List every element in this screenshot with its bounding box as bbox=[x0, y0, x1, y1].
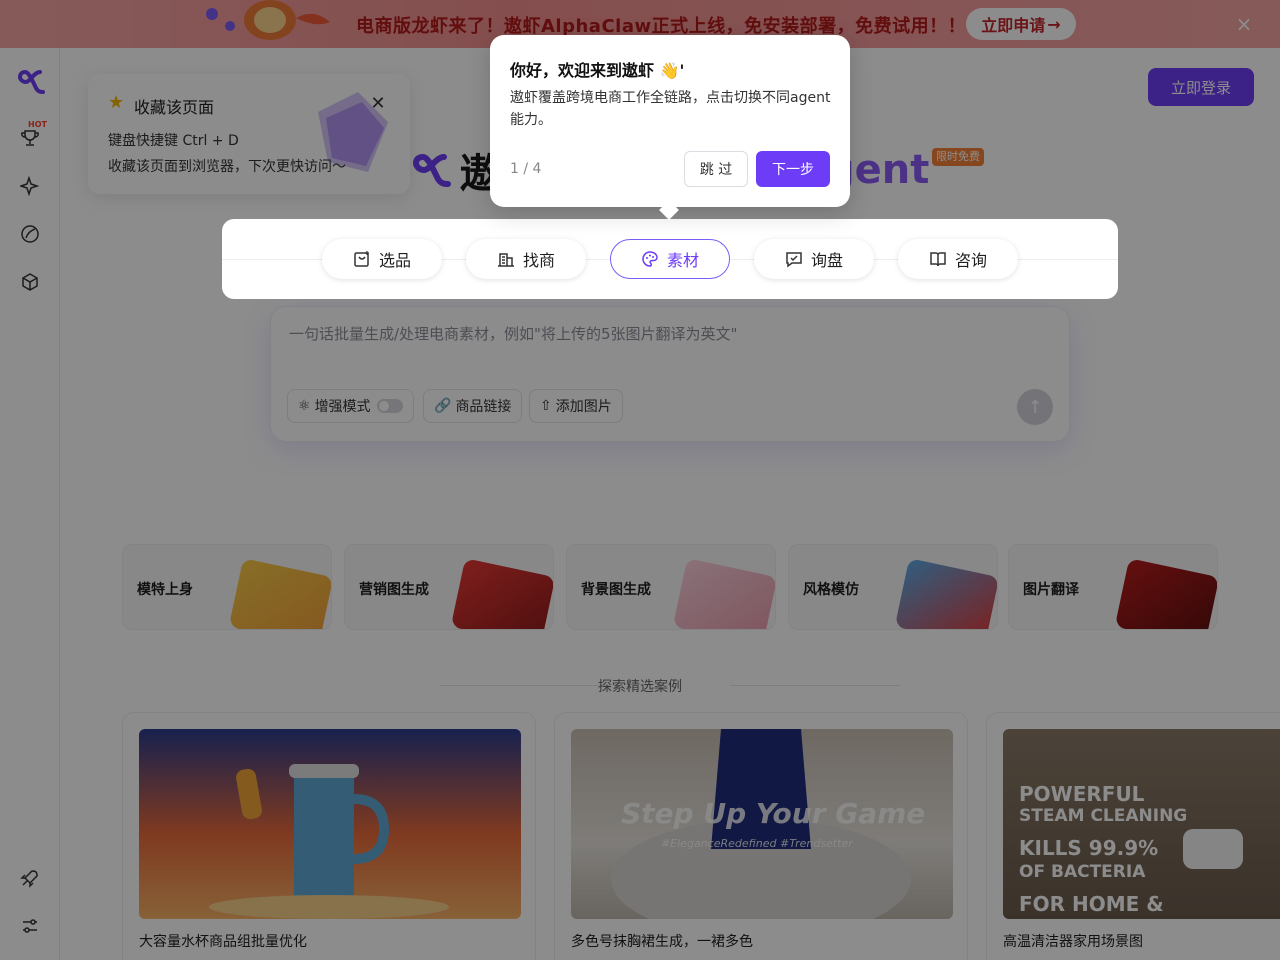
settings-sliders-icon[interactable] bbox=[18, 914, 42, 938]
case-overlay-line: KILLS 99.9% bbox=[1019, 836, 1158, 860]
leaf-icon[interactable] bbox=[18, 222, 42, 246]
tumbler-illustration-icon bbox=[209, 764, 449, 919]
bookmark-title: 收藏该页面 bbox=[134, 98, 215, 117]
tab-find-supplier[interactable]: 找商 bbox=[466, 239, 586, 279]
case-image: POWERFUL STEAM CLEANING KILLS 99.9% OF B… bbox=[1003, 729, 1280, 919]
tab-label: 素材 bbox=[666, 251, 699, 270]
feature-thumbnail bbox=[1114, 558, 1217, 629]
brand-logo-icon bbox=[412, 153, 451, 187]
tour-step-indicator: 1 / 4 bbox=[510, 161, 542, 177]
toggle-switch[interactable] bbox=[376, 399, 403, 413]
case-caption: 大容量水杯商品组批量优化 bbox=[139, 934, 307, 950]
case-overlay-line: OF BACTERIA bbox=[1019, 862, 1146, 882]
app-logo-icon[interactable] bbox=[14, 68, 46, 96]
case-overlay-line: FOR HOME & bbox=[1019, 892, 1164, 916]
tab-consult[interactable]: 咨询 bbox=[898, 239, 1018, 279]
enhance-icon: ⚛ bbox=[298, 398, 311, 414]
close-icon[interactable]: ✕ bbox=[368, 94, 388, 114]
building-icon bbox=[497, 253, 514, 267]
dress-illustration-icon: Step Up Your Game #EleganceRedefined #Tr… bbox=[611, 729, 925, 919]
feature-thumbnail bbox=[228, 558, 331, 629]
prompt-input[interactable]: 一句话批量生成/处理电商素材，例如"将上传的5张图片翻译为英文" bbox=[289, 323, 737, 344]
select-product-icon bbox=[354, 251, 369, 267]
book-icon bbox=[930, 252, 946, 267]
add-image-label: 添加图片 bbox=[555, 399, 612, 415]
case-overlay-tags: #EleganceRedefined #Trendsetter bbox=[661, 837, 854, 850]
bookmark-hint: 收藏该页面到浏览器，下次更快访问～ bbox=[108, 159, 346, 175]
tab-select-product[interactable]: 选品 bbox=[322, 239, 442, 279]
section-title: 探索精选案例 bbox=[598, 679, 682, 695]
case-overlay-line: POWERFUL bbox=[1019, 782, 1145, 806]
divider bbox=[730, 685, 900, 686]
tab-materials[interactable]: 素材 bbox=[610, 239, 730, 279]
feature-label: 模特上身 bbox=[137, 582, 193, 598]
promo-illustration-icon bbox=[206, 0, 330, 40]
sparkle-icon[interactable] bbox=[18, 174, 42, 198]
tab-label: 询盘 bbox=[810, 251, 843, 270]
tab-inquiry[interactable]: 询盘 bbox=[754, 239, 874, 279]
feature-card-marketing[interactable]: 营销图生成 bbox=[344, 544, 554, 630]
free-badge: 限时免费 bbox=[932, 148, 984, 166]
arrow-right-icon: → bbox=[1047, 14, 1061, 34]
tour-description: 遨虾覆盖跨境电商工作全链路，点击切换不同agent能力。 bbox=[510, 90, 831, 128]
steam-cleaner-illustration-icon: POWERFUL STEAM CLEANING KILLS 99.9% OF B… bbox=[1019, 782, 1243, 916]
tab-label: 咨询 bbox=[954, 251, 987, 270]
case-card[interactable]: Step Up Your Game #EleganceRedefined #Tr… bbox=[554, 712, 968, 960]
case-image bbox=[139, 729, 521, 919]
feature-thumbnail bbox=[672, 558, 775, 629]
feature-thumbnail bbox=[894, 558, 997, 629]
rocket-icon[interactable] bbox=[18, 866, 42, 890]
sidebar: HOT bbox=[0, 48, 60, 960]
send-button[interactable]: ↑ bbox=[1017, 389, 1053, 425]
star-icon: ★ bbox=[108, 92, 125, 113]
bookmark-card: ★ 收藏该页面 ✕ 键盘快捷键 Ctrl + D 收藏该页面到浏览器，下次更快访… bbox=[88, 74, 410, 194]
login-button[interactable]: 立即登录 bbox=[1148, 68, 1254, 106]
feature-card-style[interactable]: 风格模仿 bbox=[788, 544, 998, 630]
apply-now-button[interactable]: 立即申请 → bbox=[966, 8, 1076, 40]
palette-icon bbox=[642, 251, 658, 267]
feature-card-model[interactable]: 模特上身 bbox=[122, 544, 332, 630]
apply-now-label: 立即申请 bbox=[981, 16, 1046, 35]
feature-label: 营销图生成 bbox=[359, 582, 429, 598]
next-step-button[interactable]: 下一步 bbox=[756, 151, 830, 187]
case-overlay-title: Step Up Your Game bbox=[621, 797, 925, 830]
case-image: Step Up Your Game #EleganceRedefined #Tr… bbox=[571, 729, 953, 919]
case-overlay-line: STEAM CLEANING bbox=[1019, 806, 1187, 826]
product-link-label: 商品链接 bbox=[455, 399, 512, 415]
product-link-button[interactable]: 🔗 商品链接 bbox=[423, 389, 523, 423]
case-card[interactable]: POWERFUL STEAM CLEANING KILLS 99.9% OF B… bbox=[986, 712, 1280, 960]
bookmark-shortcut: 键盘快捷键 Ctrl + D bbox=[108, 133, 239, 149]
enhanced-mode-toggle[interactable]: ⚛ 增强模式 bbox=[287, 389, 414, 423]
feature-card-background[interactable]: 背景图生成 bbox=[566, 544, 776, 630]
cube-icon[interactable] bbox=[18, 270, 42, 294]
message-icon bbox=[786, 252, 802, 268]
case-caption: 高温清洁器家用场景图 bbox=[1003, 934, 1143, 950]
tab-label: 找商 bbox=[522, 251, 555, 270]
prompt-box: 一句话批量生成/处理电商素材，例如"将上传的5张图片翻译为英文" ⚛ 增强模式 … bbox=[270, 306, 1070, 442]
feature-label: 背景图生成 bbox=[581, 582, 651, 598]
hero-title: 遨 bbox=[408, 140, 500, 200]
upload-icon: ⇧ bbox=[540, 398, 552, 414]
case-caption: 多色号抹胸裙生成，一裙多色 bbox=[571, 934, 753, 950]
trophy-icon[interactable] bbox=[18, 126, 42, 150]
feature-label: 风格模仿 bbox=[803, 582, 859, 598]
enhanced-mode-label: 增强模式 bbox=[314, 399, 371, 415]
feature-card-translate[interactable]: 图片翻译 bbox=[1008, 544, 1218, 630]
case-card[interactable]: 大容量水杯商品组批量优化 bbox=[122, 712, 536, 960]
feature-label: 图片翻译 bbox=[1023, 582, 1079, 598]
link-icon: 🔗 bbox=[434, 398, 452, 414]
tour-popover: 你好，欢迎来到遨虾 👋' 遨虾覆盖跨境电商工作全链路，点击切换不同agent能力… bbox=[490, 35, 850, 207]
agent-tabs-panel: 选品 找商 素材 询盘 咨询 bbox=[222, 219, 1118, 299]
tab-label: 选品 bbox=[378, 251, 411, 270]
add-image-button[interactable]: ⇧ 添加图片 bbox=[529, 389, 623, 423]
skip-button[interactable]: 跳 过 bbox=[684, 151, 748, 187]
feature-thumbnail bbox=[450, 558, 553, 629]
close-icon[interactable]: × bbox=[1234, 14, 1254, 34]
tour-title: 你好，欢迎来到遨虾 👋' bbox=[510, 61, 685, 80]
